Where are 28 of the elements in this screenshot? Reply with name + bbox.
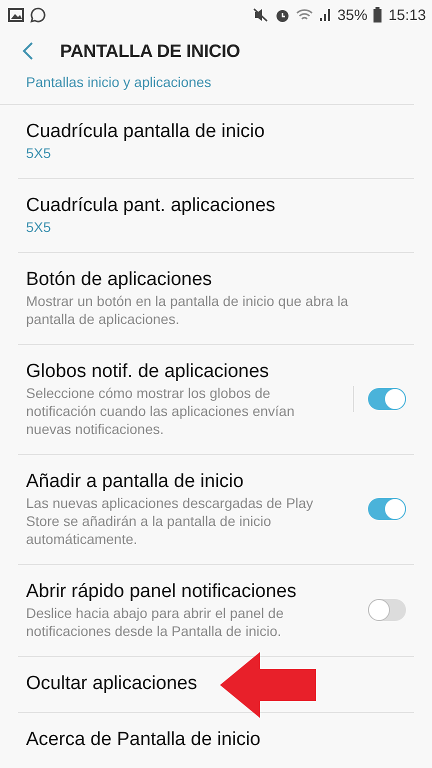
setting-title[interactable]: Cuadrícula pantalla de inicio — [26, 120, 414, 144]
setting-title[interactable]: Añadir a pantalla de inicio — [26, 470, 368, 494]
mute-icon — [253, 8, 270, 22]
setting-title[interactable]: Acerca de Pantalla de inicio — [26, 728, 414, 752]
battery-icon — [373, 7, 382, 23]
item-summary: Las nuevas aplicaciones descargadas de Play Store se añadirán a la pantalla de inicio automáticamente. — [26, 494, 314, 548]
battery-percent: 35% — [337, 6, 368, 24]
setting-title[interactable]: Globos notif. de aplicaciones — [26, 360, 353, 384]
alarm-icon — [275, 8, 290, 22]
toggle-switch[interactable] — [368, 498, 406, 520]
toggle-switch[interactable] — [368, 599, 406, 621]
item-summary: Mostrar un botón en la pantalla de inicio que abra la pantalla de aplicaciones. — [26, 292, 350, 328]
signal-icon — [319, 8, 332, 22]
image-icon — [8, 8, 24, 22]
item-summary: Seleccione cómo mostrar los globos de notificación cuando las aplicaciones envían nuevas notificaciones. — [26, 384, 296, 438]
toggle-switch[interactable] — [368, 388, 406, 410]
chat-icon — [30, 7, 46, 23]
clock-time: 15:13 — [388, 6, 426, 24]
wifi-icon — [296, 8, 314, 22]
setting-title[interactable]: Cuadrícula pant. aplicaciones — [26, 194, 414, 218]
setting-title[interactable]: Abrir rápido panel notificaciones — [26, 580, 368, 604]
item-value: 5X5 — [26, 144, 52, 162]
setting-title[interactable]: Botón de aplicaciones — [26, 268, 414, 292]
screen-title: PANTALLA DE INICIO — [60, 40, 240, 62]
setting-title[interactable]: Ocultar aplicaciones — [26, 672, 414, 696]
item-summary: Deslice hacia abajo para abrir el panel de notificaciones desde la Pantalla de inicio. — [26, 604, 285, 640]
item-subtitle: Pantallas inicio y aplicaciones — [26, 73, 212, 91]
item-value: 5X5 — [26, 218, 52, 236]
